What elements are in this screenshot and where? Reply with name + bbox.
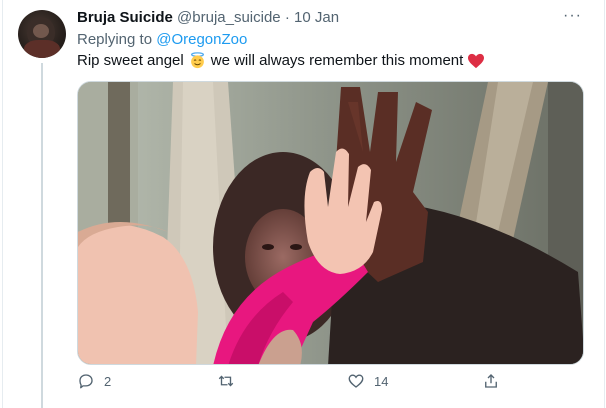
author-handle[interactable]: @bruja_suicide	[177, 9, 281, 26]
tweet-header: Bruja Suicide @bruja_suicide · 10 Jan	[77, 9, 339, 26]
red-heart-icon	[468, 53, 485, 68]
avatar[interactable]	[18, 10, 66, 58]
replying-to-label: Replying to	[77, 31, 153, 48]
photo-baby-and-orangutan	[78, 82, 583, 364]
replying-to-mention[interactable]: @OregonZoo	[156, 31, 247, 48]
share-icon	[485, 374, 497, 388]
tweet-actions: 2 14	[77, 372, 517, 400]
share-button[interactable]	[482, 372, 509, 390]
smiling-face-with-halo-icon	[190, 52, 204, 69]
header-separator: ·	[284, 9, 290, 26]
reply-icon	[79, 374, 93, 389]
tweet-text: Rip sweet angel we will always remember …	[77, 52, 485, 69]
retweet-button[interactable]	[217, 372, 244, 390]
right-border	[604, 0, 605, 408]
retweet-icon	[218, 375, 234, 387]
left-border	[2, 0, 3, 408]
author-name[interactable]: Bruja Suicide	[77, 9, 173, 26]
heart-outline-icon	[348, 374, 364, 388]
tweet-photo[interactable]	[77, 81, 584, 365]
tweet-text-part-2: we will always remember this moment	[210, 52, 464, 69]
tweet-date[interactable]: 10 Jan	[294, 9, 339, 26]
reply-button[interactable]: 2	[77, 372, 111, 390]
like-count: 14	[374, 373, 389, 389]
like-button[interactable]: 14	[347, 372, 388, 390]
thread-connector-line	[41, 63, 43, 408]
replying-to-line: Replying to @OregonZoo	[77, 31, 247, 48]
tweet-text-part-1: Rip sweet angel	[77, 52, 184, 69]
reply-count: 2	[104, 373, 112, 389]
more-options-icon[interactable]: ···	[563, 7, 582, 25]
